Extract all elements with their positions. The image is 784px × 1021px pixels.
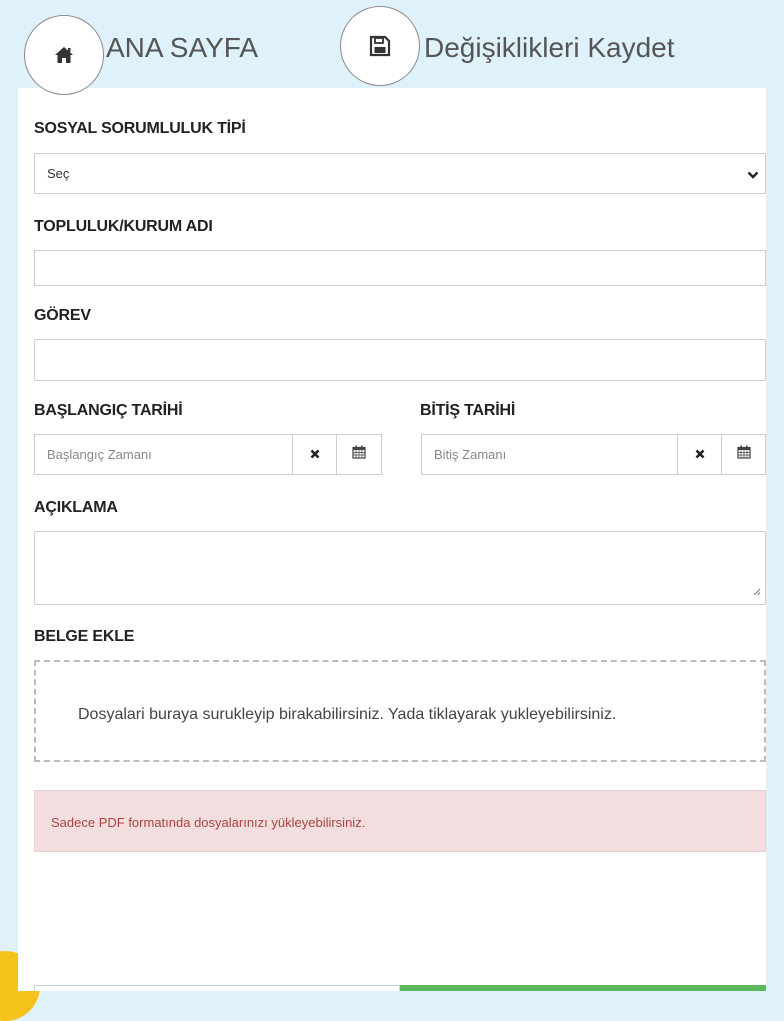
calendar-icon [352, 445, 366, 464]
home-icon [54, 46, 74, 64]
end-date-calendar-button[interactable] [722, 435, 766, 474]
role-label: GÖREV [34, 307, 91, 324]
end-date-placeholder: Bitiş Zamanı [434, 447, 507, 462]
attach-label: BELGE EKLE [34, 628, 135, 645]
file-dropzone[interactable]: Dosyalari buraya surukleyip birakabilirs… [34, 660, 766, 762]
start-date-calendar-button[interactable] [337, 435, 381, 474]
start-date-label: BAŞLANGIÇ TARİHİ [34, 402, 183, 419]
times-icon [695, 446, 705, 464]
end-date-group: Bitiş Zamanı [421, 434, 766, 475]
type-select[interactable]: Seç [34, 153, 766, 194]
floppy-disk-icon [369, 35, 391, 57]
end-date-clear-button[interactable] [678, 435, 722, 474]
pdf-only-alert: Sadece PDF formatında dosyalarınızı yükl… [34, 790, 766, 852]
end-date-label: BİTİŞ TARİHİ [420, 402, 516, 419]
description-label: AÇIKLAMA [34, 499, 118, 516]
start-date-input[interactable]: Başlangıç Zamanı [35, 435, 293, 474]
save-link-label[interactable]: Değişiklikleri Kaydet [424, 32, 675, 64]
chevron-down-icon [747, 167, 759, 185]
type-select-value: Seç [47, 166, 70, 181]
org-input[interactable] [34, 250, 766, 286]
resize-handle-icon[interactable] [753, 583, 761, 601]
alert-text: Sadece PDF formatında dosyalarınızı yükl… [51, 815, 366, 830]
submit-button[interactable] [400, 985, 766, 991]
end-date-input[interactable]: Bitiş Zamanı [422, 435, 678, 474]
role-input[interactable] [34, 339, 766, 381]
save-button[interactable] [340, 6, 420, 86]
org-label: TOPLULUK/KURUM ADI [34, 218, 213, 235]
home-link-label[interactable]: ANA SAYFA [106, 32, 258, 64]
top-toolbar: ANA SAYFA Değişiklikleri Kaydet [0, 0, 784, 100]
start-date-group: Başlangıç Zamanı [34, 434, 382, 475]
cancel-button[interactable] [34, 985, 400, 991]
start-date-clear-button[interactable] [293, 435, 337, 474]
type-label: SOSYAL SORUMLULUK TİPİ [34, 120, 246, 137]
home-button[interactable] [24, 15, 104, 95]
start-date-placeholder: Başlangıç Zamanı [47, 447, 152, 462]
description-textarea[interactable] [34, 531, 766, 605]
dropzone-text: Dosyalari buraya surukleyip birakabilirs… [78, 706, 617, 723]
calendar-icon [737, 445, 751, 464]
times-icon [310, 446, 320, 464]
